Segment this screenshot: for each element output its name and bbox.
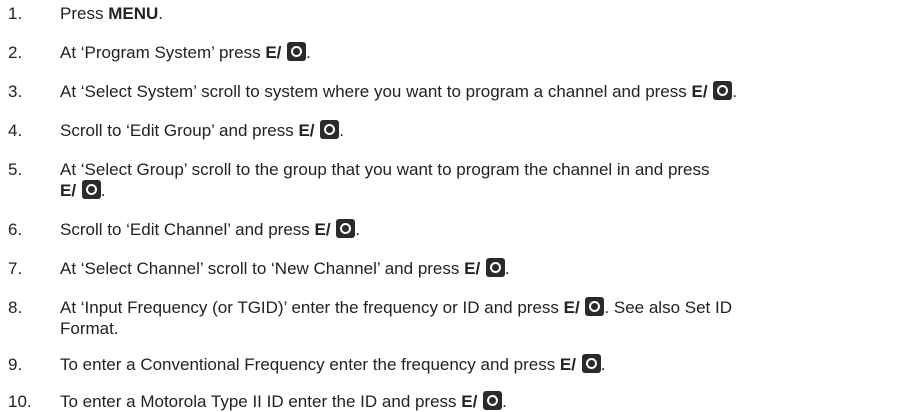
step-line: At ‘Select Channel’ scroll to ‘New Chann…	[60, 258, 903, 279]
step-pre: To enter a Conventional Frequency enter …	[60, 355, 560, 374]
key-name: E/	[461, 392, 478, 411]
key-name: E/	[691, 82, 708, 101]
step-line: At ‘Select System’ scroll to system wher…	[60, 81, 903, 102]
step-pre: Scroll to ‘Edit Group’ and press	[60, 121, 299, 140]
step-number: 1.	[8, 4, 23, 23]
enter-button-icon	[483, 391, 503, 410]
enter-button-icon	[336, 219, 356, 238]
enter-button-icon	[713, 81, 733, 100]
key-name: E/	[464, 259, 481, 278]
step-text: Scroll to ‘Edit Channel’ and press E/ .	[60, 219, 903, 240]
key-name: E/	[563, 298, 580, 317]
step-text: To enter a Conventional Frequency enter …	[60, 354, 903, 375]
step-line: At ‘Input Frequency (or TGID)’ enter the…	[60, 297, 903, 318]
enter-button-icon	[485, 258, 505, 277]
key-name: E/	[314, 220, 331, 239]
enter-button-icon	[320, 120, 340, 139]
step-text: Scroll to ‘Edit Group’ and press E/ .	[60, 120, 903, 141]
step-text: Press MENU.	[60, 3, 903, 24]
step-line: Scroll to ‘Edit Group’ and press E/ .	[60, 120, 903, 141]
step-text: At ‘Select Group’ scroll to the group th…	[60, 159, 903, 201]
step-post: .	[732, 82, 738, 101]
step-post: .	[600, 355, 606, 374]
step-pre: Press	[60, 4, 109, 23]
step-pre: At ‘Program System’ press	[60, 43, 266, 62]
step-text: At ‘Input Frequency (or TGID)’ enter the…	[60, 297, 903, 339]
enter-button-icon	[287, 42, 307, 61]
step-post: .	[158, 4, 163, 23]
enter-button-icon	[581, 354, 601, 373]
step-number: 8.	[8, 298, 23, 317]
step-number: 9.	[8, 355, 23, 374]
step-number: 2.	[8, 43, 23, 62]
step-post: .	[504, 259, 510, 278]
step-post: .	[100, 181, 106, 200]
step-pre: At ‘Select Channel’ scroll to ‘New Chann…	[60, 259, 465, 278]
step-post: .	[502, 392, 507, 411]
step-post: .	[339, 121, 344, 140]
step-number: 7.	[8, 259, 23, 278]
step-line: At ‘Select Group’ scroll to the group th…	[60, 160, 710, 179]
step-number: 4.	[8, 121, 23, 140]
enter-button-icon	[585, 297, 605, 316]
step-pre: Scroll to ‘Edit Channel’ and press	[60, 220, 315, 239]
step-line: E/ .	[60, 180, 903, 201]
step-pre: To enter a Motorola Type II ID enter the…	[60, 392, 462, 411]
step-post: .	[306, 43, 311, 62]
key-name: MENU	[108, 4, 159, 23]
step-post: . See also Set ID	[604, 298, 732, 317]
step-line: Format.	[60, 319, 119, 338]
step-line: Press MENU.	[60, 3, 903, 24]
step-text: At ‘Select System’ scroll to system wher…	[60, 81, 903, 102]
key-name: E/	[60, 181, 77, 200]
enter-button-icon	[81, 180, 101, 199]
key-name: E/	[265, 43, 282, 62]
step-pre: At ‘Select System’ scroll to system wher…	[60, 82, 692, 101]
step-post: .	[355, 220, 361, 239]
step-line: At ‘Program System’ press E/ .	[60, 42, 903, 63]
key-name: E/	[559, 355, 576, 374]
step-text: At ‘Select Channel’ scroll to ‘New Chann…	[60, 258, 903, 279]
step-number: 5.	[8, 160, 23, 179]
step-text: At ‘Program System’ press E/ .	[60, 42, 903, 63]
step-number: 3.	[8, 82, 23, 101]
step-pre: At ‘Input Frequency (or TGID)’ enter the…	[60, 298, 564, 317]
step-line: To enter a Conventional Frequency enter …	[60, 354, 903, 375]
step-number: 6.	[8, 220, 23, 239]
step-line: Scroll to ‘Edit Channel’ and press E/ .	[60, 219, 903, 240]
key-name: E/	[298, 121, 315, 140]
